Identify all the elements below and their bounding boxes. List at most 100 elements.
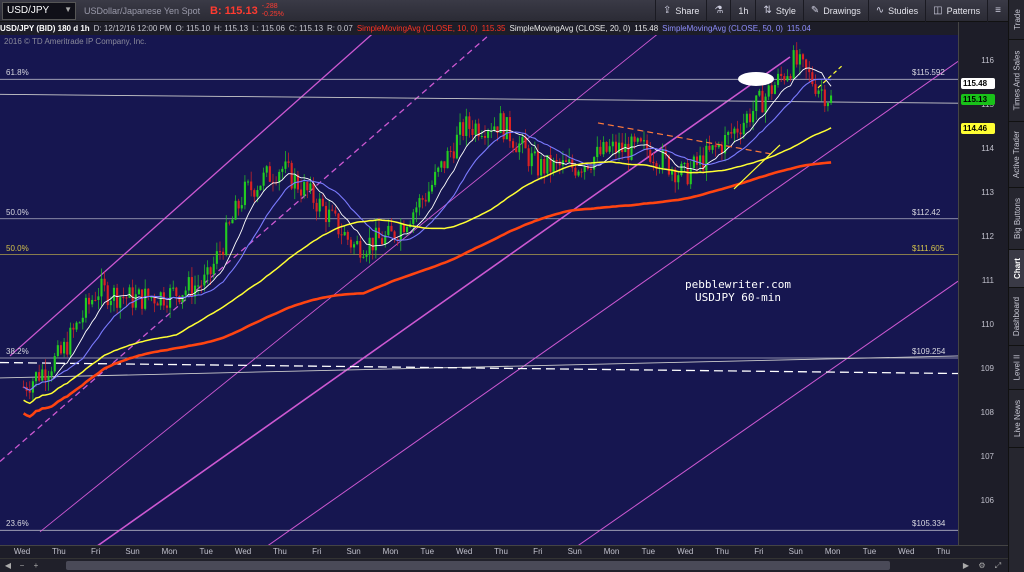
candle-body [365,253,368,257]
candle-body [349,239,352,248]
side-tab-live-news[interactable]: Live News [1009,390,1024,448]
price-tick: 108 [980,408,994,418]
expand-icon[interactable]: ⤢ [992,560,1004,571]
side-tab-label: Dashboard [1012,296,1022,337]
style-button[interactable]: ⇅ Style [755,0,802,22]
candle-body [580,171,583,173]
candle-body [505,117,508,140]
time-label: Fri [312,547,322,556]
studies-button[interactable]: ∿ Studies [867,0,925,22]
side-tab-times-and-sales[interactable]: Times And Sales [1009,40,1024,122]
scroll-left-icon[interactable]: ◀ [2,560,14,571]
candle-body [328,209,331,223]
candle-body [742,122,745,135]
patterns-button[interactable]: ◫ Patterns [925,0,987,22]
side-tab-label: Trade [1012,9,1022,30]
candle-body [814,84,817,94]
level-price-label: $105.334 [912,519,946,529]
side-tab-level-ii[interactable]: Level II [1009,346,1024,390]
fib-label: 50.0% [6,243,29,253]
candle-body [574,167,577,176]
candle-body [511,141,515,148]
sma10-label[interactable]: SimpleMovingAvg (CLOSE, 10, 0) [357,24,478,33]
candle-body [91,299,94,305]
candle-body [708,145,711,150]
scroll-right-icon[interactable]: ▶ [960,560,972,571]
candle-body [293,174,296,189]
price-change: -.288 -0.25% [262,3,284,19]
side-tab-chart[interactable]: Chart [1009,250,1024,288]
time-scrollbar[interactable]: ◀ − + ▶ ⚙ ⤢ [0,558,1008,572]
scroll-thumb[interactable] [66,561,890,570]
candle-body [823,89,826,107]
bar-range: R: 0.07 [327,24,353,33]
candle-body [755,95,758,112]
sma20-label[interactable]: SimpleMovingAvg (CLOSE, 20, 0) [510,24,631,33]
share-button[interactable]: ⇪ Share [655,0,706,22]
candle-body [458,122,462,135]
candle-body [178,295,181,303]
candle-body [87,297,91,305]
candle-body [783,76,786,81]
candle-body [711,145,714,150]
interval-button[interactable]: 1h [730,0,755,22]
candle-body [811,72,814,85]
candle-body [427,191,430,202]
candle-body [789,76,792,79]
candle-body [359,241,362,258]
candle-body [75,322,78,330]
chart-toolbar: USD/JPY ▼ USDollar/Japanese Yen Spot B: … [0,0,1008,22]
side-tab-trade[interactable]: Trade [1009,0,1024,40]
candle-body [524,137,527,149]
flask-icon: ⚗ [714,5,724,16]
time-label: Thu [51,547,66,556]
candle-body [303,181,306,196]
zoom-out-icon[interactable]: − [16,560,28,571]
candle-body [530,153,533,167]
candle-body [736,128,739,133]
candle-body [331,209,334,211]
price-chart[interactable] [0,35,958,545]
time-label: Sun [788,547,803,556]
candle-body [487,131,490,138]
time-label: Thu [273,547,287,556]
side-tab-dashboard[interactable]: Dashboard [1009,288,1024,346]
side-tab-big-buttons[interactable]: Big Buttons [1009,188,1024,250]
candle-body [103,278,106,286]
side-tab-active-trader[interactable]: Active Trader [1009,122,1024,188]
time-axis[interactable]: Wed Thu Fri Sun Mon Tue Wed Thu Fri Sun Mon Tue Wed T… [0,545,1008,558]
candle-body [371,237,374,251]
candle-body [165,305,169,308]
candle-body [549,155,552,172]
candle-body [222,251,225,255]
time-label: Fri [754,547,764,556]
candle-body [727,132,730,135]
price-tick: 110 [981,320,994,330]
settings-icon[interactable]: ⚙ [976,560,988,571]
bar-high: H: 115.13 [214,24,249,33]
level-price-label: $111.605 [912,243,945,253]
price-tick: 111 [981,276,994,286]
candle-body [786,76,789,81]
symbol-selector[interactable]: USD/JPY ▼ [2,1,76,20]
candle-body [680,163,683,176]
candle-body [596,146,599,158]
zoom-in-icon[interactable]: + [30,560,42,571]
time-label: Mon [161,547,178,556]
candle-body [343,231,346,236]
candle-body [465,116,468,137]
drawings-button[interactable]: ✎ Drawings [802,0,868,22]
price-tag: 115.48 [961,78,995,90]
candle-body [200,285,203,287]
candle-body [402,224,405,233]
candle-body [399,224,402,241]
candle-body [480,135,483,137]
candle-body [69,327,72,355]
time-label: Tue [862,547,877,556]
candle-body [265,166,268,173]
sma50-label[interactable]: SimpleMovingAvg (CLOSE, 50, 0) [662,24,783,33]
price-axis[interactable]: 116 115 114 113 112 111 110 109 108 107 106 115.48 1… [958,22,1008,545]
patterns-icon: ◫ [933,5,943,16]
menu-button[interactable]: ≡ [987,0,1008,22]
flask-button[interactable]: ⚗ [706,0,730,22]
